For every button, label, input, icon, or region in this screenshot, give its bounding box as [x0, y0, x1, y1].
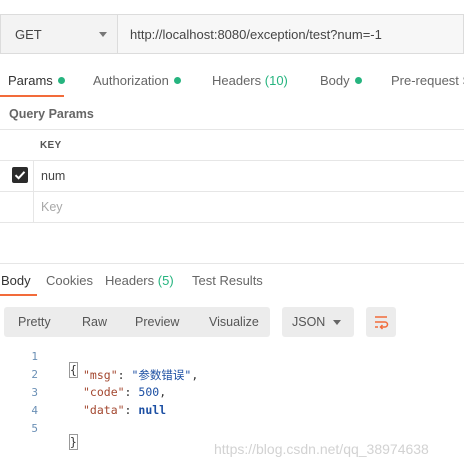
active-tab-indicator [0, 294, 37, 296]
code-line: "msg": "参数错误", [83, 368, 199, 382]
json-close-brace: } [68, 434, 78, 450]
tab-authorization[interactable]: Authorization [93, 73, 181, 88]
section-divider [0, 263, 464, 264]
tab-label: Body [320, 73, 350, 88]
table-divider [0, 222, 464, 223]
json-key: "data" [83, 403, 125, 417]
tab-response-headers[interactable]: Headers (5) [105, 273, 174, 288]
tab-response-body[interactable]: Body [1, 273, 31, 288]
json-value: null [138, 403, 167, 417]
code-line: } [56, 421, 78, 450]
status-dot-icon [173, 77, 181, 84]
wrap-lines-button[interactable] [366, 307, 396, 337]
method-select[interactable]: GET [0, 14, 118, 54]
json-value: 500 [138, 385, 160, 399]
json-open-brace: { [68, 362, 78, 378]
line-number: 4 [31, 404, 38, 417]
param-key-cell[interactable]: num [41, 169, 65, 183]
view-preview-button[interactable]: Preview [135, 315, 179, 329]
code-line: "code": 500, [83, 385, 167, 399]
chevron-down-icon [99, 32, 107, 37]
tab-cookies[interactable]: Cookies [46, 273, 93, 288]
line-number: 1 [31, 350, 38, 363]
param-enabled-checkbox[interactable] [12, 167, 28, 183]
tab-count: (5) [157, 273, 174, 288]
tab-label: Authorization [93, 73, 169, 88]
tab-headers[interactable]: Headers (10) [212, 73, 288, 88]
status-dot-icon [354, 77, 362, 84]
tab-label: Pre-request S [391, 73, 464, 88]
tab-body[interactable]: Body [320, 73, 362, 88]
tab-params[interactable]: Params [8, 73, 65, 88]
method-value: GET [15, 27, 42, 42]
tab-count: (10) [264, 73, 288, 88]
section-title: Query Params [9, 107, 94, 121]
json-key: "msg" [83, 368, 118, 382]
format-value: JSON [292, 315, 326, 329]
tab-label: Headers [212, 73, 262, 88]
json-value: "参数错误" [131, 368, 192, 382]
status-dot-icon [57, 77, 65, 84]
tab-test-results[interactable]: Test Results [192, 273, 263, 288]
new-param-key-input[interactable]: Key [41, 200, 63, 214]
checkmark-icon [14, 171, 26, 180]
view-mode-group: Pretty Raw Preview Visualize [4, 307, 270, 337]
json-separator: , [159, 385, 167, 399]
code-line: "data": null [83, 403, 167, 417]
view-visualize-button[interactable]: Visualize [209, 315, 259, 329]
json-separator: , [191, 368, 199, 382]
wrap-lines-icon [375, 316, 389, 330]
table-divider [0, 129, 464, 130]
tab-pre-request-script[interactable]: Pre-request S [391, 73, 464, 88]
view-pretty-button[interactable]: Pretty [18, 315, 51, 329]
table-divider [0, 160, 464, 161]
chevron-down-icon [333, 320, 341, 325]
url-value: http://localhost:8080/exception/test?num… [130, 27, 382, 42]
tab-label: Headers [105, 273, 155, 288]
line-number: 5 [31, 422, 38, 435]
json-key: "code" [83, 385, 125, 399]
tab-label: Params [8, 73, 53, 88]
code-line: { [56, 349, 78, 378]
line-number: 3 [31, 386, 38, 399]
view-raw-button[interactable]: Raw [82, 315, 107, 329]
format-select[interactable]: JSON [282, 307, 354, 337]
url-input[interactable]: http://localhost:8080/exception/test?num… [118, 14, 464, 54]
table-divider [0, 191, 464, 192]
active-tab-indicator [0, 95, 64, 97]
line-number: 2 [31, 368, 38, 381]
watermark: https://blog.csdn.net/qq_38974638 [214, 441, 429, 457]
column-header-key: KEY [40, 140, 62, 151]
